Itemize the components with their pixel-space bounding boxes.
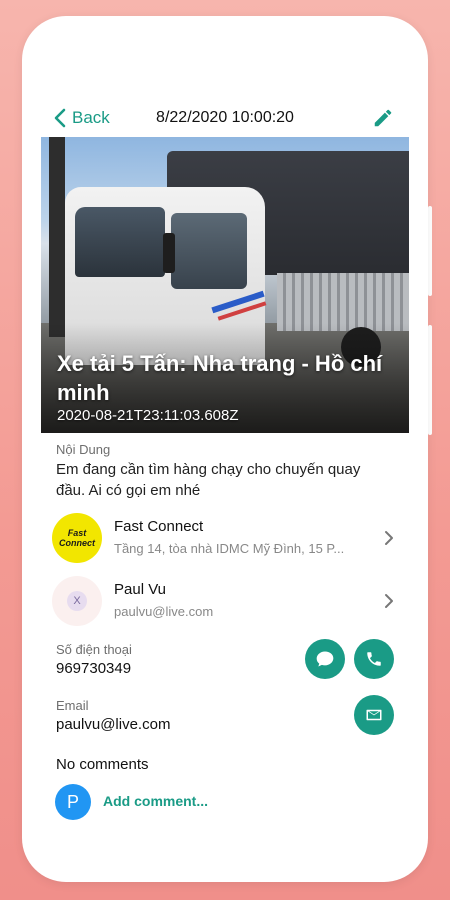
mail-icon [366,709,382,721]
content-text: Em đang cần tìm hàng chạy cho chuyến qua… [56,461,361,499]
chevron-right-icon [385,531,393,545]
add-comment-button[interactable]: Add comment... [103,793,208,809]
post-title: Xe tải 5 Tấn: Nha trang - Hồ chí minh [57,351,383,405]
truck-door-window [171,213,247,289]
back-button[interactable]: Back [54,108,110,128]
edit-button[interactable] [372,107,394,134]
phone-label: Số điện thoại [56,642,132,657]
company-logo: Fast Connect [52,513,102,563]
comments-status: No comments [56,756,149,773]
company-logo-text: Connect [59,538,95,548]
user-avatar-text: X [67,591,87,611]
phone-screen: Back 8/22/2020 10:00:20 Xe tải 5 Tấn: Nh… [22,16,428,882]
company-row[interactable]: Fast Connect Fast Connect Tầng 14, tòa n… [52,513,402,565]
email-label: Email [56,698,89,713]
user-name: Paul Vu [114,581,166,598]
hero-pole [49,137,65,337]
post-hero-image: Xe tải 5 Tấn: Nha trang - Hồ chí minh 20… [41,137,409,433]
back-label: Back [72,108,110,127]
avatar: X [52,576,102,626]
user-row[interactable]: X Paul Vu paulvu@live.com [52,576,402,628]
company-logo-text: Fast [67,528,87,538]
company-name: Fast Connect [114,518,204,535]
user-email: paulvu@live.com [114,604,214,619]
call-button[interactable] [354,639,394,679]
chevron-left-icon [54,108,66,128]
chat-button[interactable] [305,639,345,679]
truck-mirror [163,233,175,273]
phone-side-button [428,325,432,435]
phone-icon [367,652,381,666]
post-timestamp: 2020-08-21T23:11:03.608Z [57,407,239,424]
pencil-icon [374,109,392,127]
truck-windshield [75,207,165,277]
chat-icon [316,651,334,667]
avatar: P [55,784,91,820]
phone-side-button [428,206,432,296]
content-label: Nội Dung [56,442,111,457]
chevron-right-icon [385,594,393,608]
top-bar: Back 8/22/2020 10:00:20 [22,100,428,136]
company-address: Tầng 14, tòa nhà IDMC Mỹ Đình, 15 P... [114,541,345,556]
phone-value[interactable]: 969730349 [56,660,131,677]
email-button[interactable] [354,695,394,735]
email-value[interactable]: paulvu@live.com [56,716,170,733]
